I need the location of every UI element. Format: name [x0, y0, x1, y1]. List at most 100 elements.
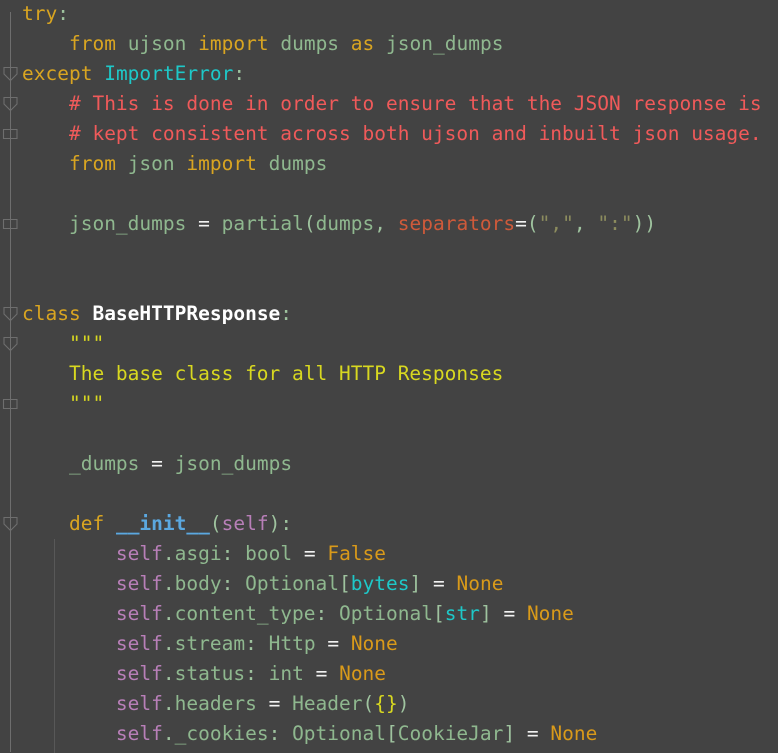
code-line[interactable]: self.content_type: Optional[str] = None	[22, 599, 574, 629]
code-line[interactable]: _dumps = json_dumps	[22, 449, 292, 479]
code-line[interactable]: """	[22, 389, 104, 419]
fold-marker-class[interactable]	[0, 306, 21, 322]
code-line[interactable]	[22, 479, 34, 509]
code-token: bool	[245, 542, 293, 565]
code-line[interactable]: self.body: Optional[bytes] = None	[22, 569, 504, 599]
code-line[interactable]: def __init__(self):	[22, 509, 292, 539]
fold-marker-docstring-end[interactable]	[0, 396, 21, 412]
code-text-area[interactable]: try: from ujson import dumps as json_dum…	[22, 0, 778, 753]
code-token: :	[268, 722, 281, 745]
code-line[interactable]	[22, 269, 34, 299]
code-token: content_type	[174, 602, 316, 625]
code-token: =	[303, 542, 316, 565]
code-token: CookieJar	[397, 722, 504, 745]
code-line[interactable]: self._cookies: Optional[CookieJar] = Non…	[22, 719, 597, 749]
code-token: :	[221, 542, 234, 565]
code-token: bytes	[350, 572, 410, 595]
code-line[interactable]: self.stream: Http = None	[22, 629, 398, 659]
fold-marker-except[interactable]	[0, 66, 21, 82]
code-token: .	[162, 662, 175, 685]
code-line[interactable]: json_dumps = partial(dumps, separators=(…	[22, 209, 656, 239]
fold-marker-docstring[interactable]	[0, 336, 21, 352]
code-line[interactable]: """	[22, 329, 104, 359]
code-editor[interactable]: try: from ujson import dumps as json_dum…	[0, 0, 778, 753]
code-token: [	[432, 602, 445, 625]
code-token: =	[503, 602, 516, 625]
code-token: import	[186, 152, 257, 175]
code-line[interactable]: self.asgi: bool = False	[22, 539, 386, 569]
code-line[interactable]: try:	[22, 0, 69, 29]
fold-marker-comment-1[interactable]	[0, 96, 21, 112]
code-token: status	[174, 662, 246, 685]
code-line[interactable]	[22, 239, 34, 269]
code-line[interactable]: # This is done in order to ensure that t…	[22, 89, 762, 119]
code-line[interactable]: class BaseHTTPResponse:	[22, 299, 292, 329]
code-folding-gutter[interactable]	[0, 0, 22, 753]
code-token: (	[362, 692, 375, 715]
code-token: asgi	[174, 542, 222, 565]
code-line[interactable]: from ujson import dumps as json_dumps	[22, 29, 503, 59]
code-token: _dumps	[68, 452, 140, 475]
code-token: try	[22, 2, 58, 25]
code-token: body	[174, 572, 222, 595]
code-line[interactable]: self.status: int = None	[22, 659, 386, 689]
code-line[interactable]	[22, 179, 34, 209]
fold-marker-blank-region[interactable]	[0, 216, 21, 232]
code-token: class	[22, 302, 81, 325]
code-line[interactable]: The base class for all HTTP Responses	[22, 359, 503, 389]
code-line[interactable]	[22, 419, 34, 449]
code-token: =	[268, 692, 281, 715]
code-token: :	[221, 572, 234, 595]
code-token: .	[162, 602, 175, 625]
code-token: None	[526, 602, 574, 625]
fold-marker-comment-2[interactable]	[0, 126, 21, 142]
code-line[interactable]: # kept consistent across both ujson and …	[22, 119, 762, 149]
code-token: # kept consistent across both ujson and …	[68, 122, 762, 145]
code-token: self	[115, 692, 163, 715]
code-token: ","	[538, 212, 574, 235]
code-line[interactable]: except ImportError:	[22, 59, 245, 89]
code-token: )	[397, 692, 410, 715]
code-token: self	[115, 722, 163, 745]
code-token: import	[198, 32, 269, 55]
code-token: except	[22, 62, 93, 85]
code-token: dumps	[268, 152, 328, 175]
code-token: """	[68, 392, 105, 415]
code-token: ,	[573, 212, 598, 235]
code-token: =	[327, 632, 340, 655]
code-line[interactable]: from json import dumps	[22, 149, 327, 179]
code-token: ]	[503, 722, 516, 745]
code-token: :	[280, 512, 293, 535]
code-line[interactable]: self.headers = Header({})	[22, 689, 410, 719]
code-token: stream	[174, 632, 246, 655]
code-token: Header	[292, 692, 363, 715]
code-token: :	[280, 302, 293, 325]
fold-marker-init[interactable]	[0, 516, 21, 532]
code-token: {}	[374, 692, 398, 715]
